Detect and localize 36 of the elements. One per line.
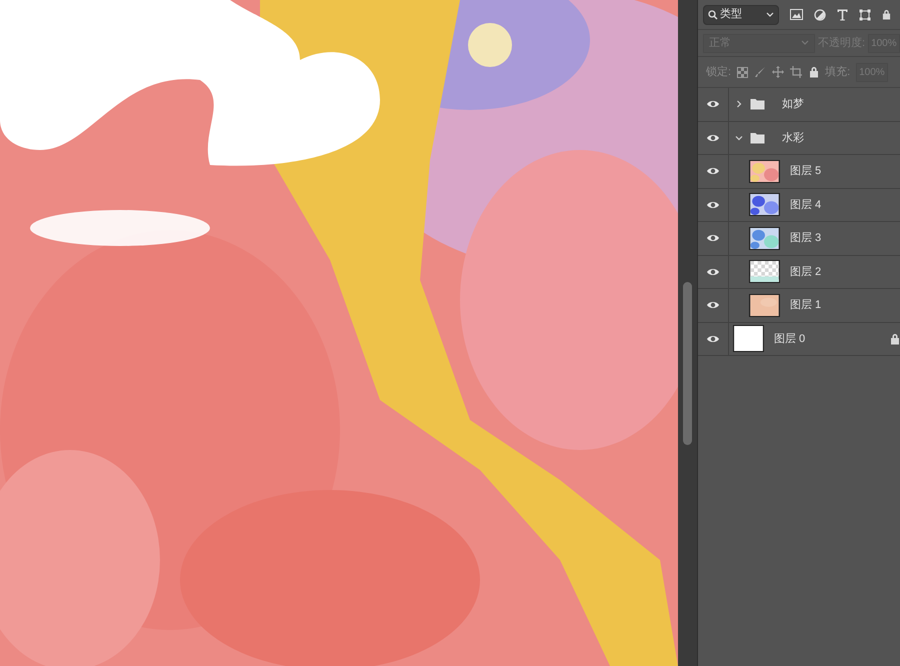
eye-icon[interactable]: [706, 300, 720, 310]
layer-name: 图层 2: [790, 264, 822, 280]
layer-name: 图层 1: [790, 298, 822, 313]
shape-icon[interactable]: [859, 8, 871, 20]
folder-icon: [750, 98, 765, 110]
eye-icon[interactable]: [706, 200, 720, 210]
checkerboard-icon[interactable]: [737, 66, 748, 78]
eye-icon[interactable]: [706, 266, 720, 277]
adjustment-icon[interactable]: [814, 8, 826, 20]
brush-icon[interactable]: [754, 66, 766, 78]
layer-name: 图层 3: [790, 231, 822, 246]
filter-label: 类型: [720, 7, 742, 22]
layer-name: 图层 0: [774, 332, 806, 346]
eye-icon[interactable]: [706, 334, 720, 344]
search-icon: [708, 10, 718, 20]
layer-name: 水彩: [782, 130, 804, 146]
image-icon[interactable]: [790, 9, 803, 20]
lock-icon[interactable]: [890, 332, 900, 345]
eye-icon[interactable]: [706, 233, 720, 244]
scrollbar-thumb[interactable]: [683, 282, 692, 445]
chevron-down-icon[interactable]: [735, 134, 743, 142]
lock-icon[interactable]: [882, 9, 891, 20]
chevron-right-icon[interactable]: [735, 100, 743, 108]
eye-icon[interactable]: [706, 99, 720, 110]
layer-name: 图层 4: [790, 198, 822, 212]
filter-dropdown[interactable]: 类型: [703, 4, 779, 24]
layer-name: 如梦: [782, 97, 804, 112]
folder-icon: [750, 132, 765, 144]
chevron-down-icon: [766, 12, 774, 18]
layer-name: 图层 5: [790, 164, 822, 179]
eye-icon[interactable]: [706, 166, 720, 176]
move-icon[interactable]: [772, 66, 784, 78]
eye-icon[interactable]: [706, 132, 720, 143]
lock-icon[interactable]: [809, 66, 820, 78]
type-icon[interactable]: [837, 8, 848, 20]
chevron-down-icon: [801, 40, 809, 46]
